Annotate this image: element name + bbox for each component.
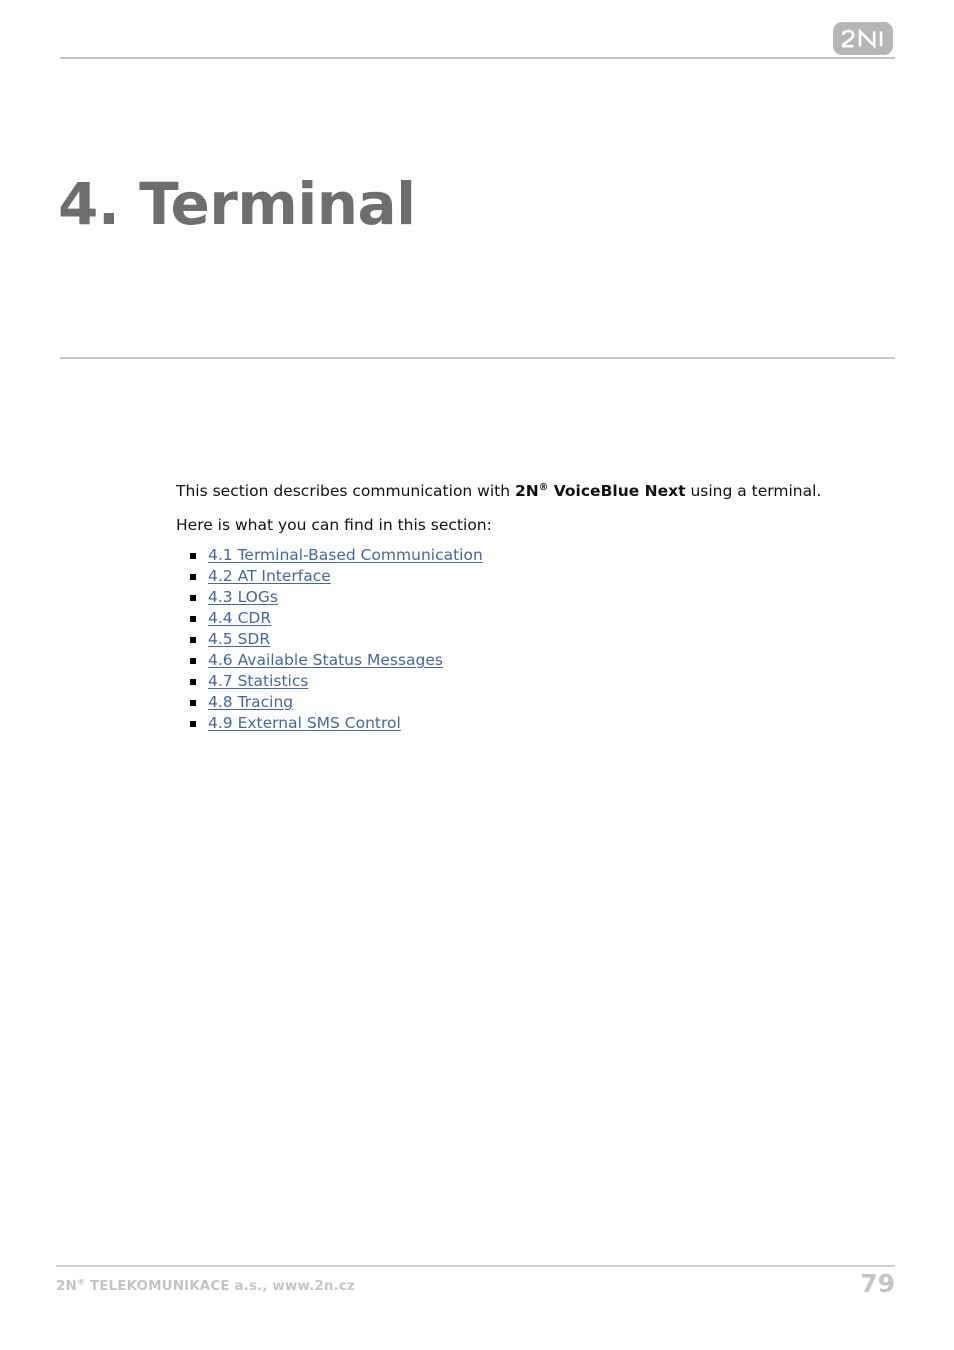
toc-link-4-6[interactable]: 4.6 Available Status Messages bbox=[208, 651, 443, 669]
toc-link-4-2[interactable]: 4.2 AT Interface bbox=[208, 567, 331, 585]
list-item: 4.2 AT Interface bbox=[190, 566, 876, 587]
list-item: 4.7 Statistics bbox=[190, 671, 876, 692]
footer-company: 2N® TELEKOMUNIKACE a.s., www.2n.cz bbox=[56, 1277, 355, 1295]
registered-trademark-icon: ® bbox=[538, 481, 549, 493]
page-title: 4. Terminal bbox=[58, 170, 416, 238]
page-number: 79 bbox=[860, 1269, 895, 1298]
toc-link-4-9[interactable]: 4.9 External SMS Control bbox=[208, 714, 401, 732]
footer-company-rest: TELEKOMUNIKACE a.s., www.2n.cz bbox=[85, 1278, 355, 1294]
footer-divider bbox=[56, 1265, 895, 1267]
content-area: This section describes communication wit… bbox=[176, 481, 876, 734]
list-item: 4.6 Available Status Messages bbox=[190, 650, 876, 671]
bullet-square-icon bbox=[190, 574, 196, 580]
bullet-square-icon bbox=[190, 553, 196, 559]
title-divider bbox=[60, 357, 895, 359]
section-link-list: 4.1 Terminal-Based Communication 4.2 AT … bbox=[176, 545, 876, 734]
toc-link-4-1[interactable]: 4.1 Terminal-Based Communication bbox=[208, 546, 483, 564]
product-name-rest: VoiceBlue Next bbox=[548, 482, 686, 500]
toc-link-4-4[interactable]: 4.4 CDR bbox=[208, 609, 271, 627]
registered-trademark-icon: ® bbox=[76, 1276, 86, 1287]
document-page: 4. Terminal This section describes commu… bbox=[0, 0, 954, 1350]
toc-link-4-7[interactable]: 4.7 Statistics bbox=[208, 672, 308, 690]
product-name: 2N® VoiceBlue Next bbox=[515, 482, 686, 500]
intro-paragraph: This section describes communication wit… bbox=[176, 481, 876, 501]
bullet-square-icon bbox=[190, 700, 196, 706]
footer-brand-2n: 2N bbox=[56, 1278, 77, 1294]
lead-in-paragraph: Here is what you can find in this sectio… bbox=[176, 516, 492, 534]
brand-2n: 2N bbox=[515, 482, 539, 500]
bullet-square-icon bbox=[190, 679, 196, 685]
list-item: 4.4 CDR bbox=[190, 608, 876, 629]
toc-link-4-5[interactable]: 4.5 SDR bbox=[208, 630, 270, 648]
toc-link-4-8[interactable]: 4.8 Tracing bbox=[208, 693, 293, 711]
bullet-square-icon bbox=[190, 637, 196, 643]
2n-logo bbox=[833, 22, 893, 55]
list-item: 4.3 LOGs bbox=[190, 587, 876, 608]
intro-text-after: using a terminal. bbox=[685, 482, 822, 500]
bullet-square-icon bbox=[190, 658, 196, 664]
header-divider bbox=[60, 57, 895, 59]
bullet-square-icon bbox=[190, 616, 196, 622]
toc-link-4-3[interactable]: 4.3 LOGs bbox=[208, 588, 278, 606]
list-item: 4.1 Terminal-Based Communication bbox=[190, 545, 876, 566]
list-item: 4.8 Tracing bbox=[190, 692, 876, 713]
bullet-square-icon bbox=[190, 595, 196, 601]
list-item: 4.5 SDR bbox=[190, 629, 876, 650]
intro-text-before: This section describes communication wit… bbox=[176, 482, 515, 500]
bullet-square-icon bbox=[190, 721, 196, 727]
list-item: 4.9 External SMS Control bbox=[190, 713, 876, 734]
